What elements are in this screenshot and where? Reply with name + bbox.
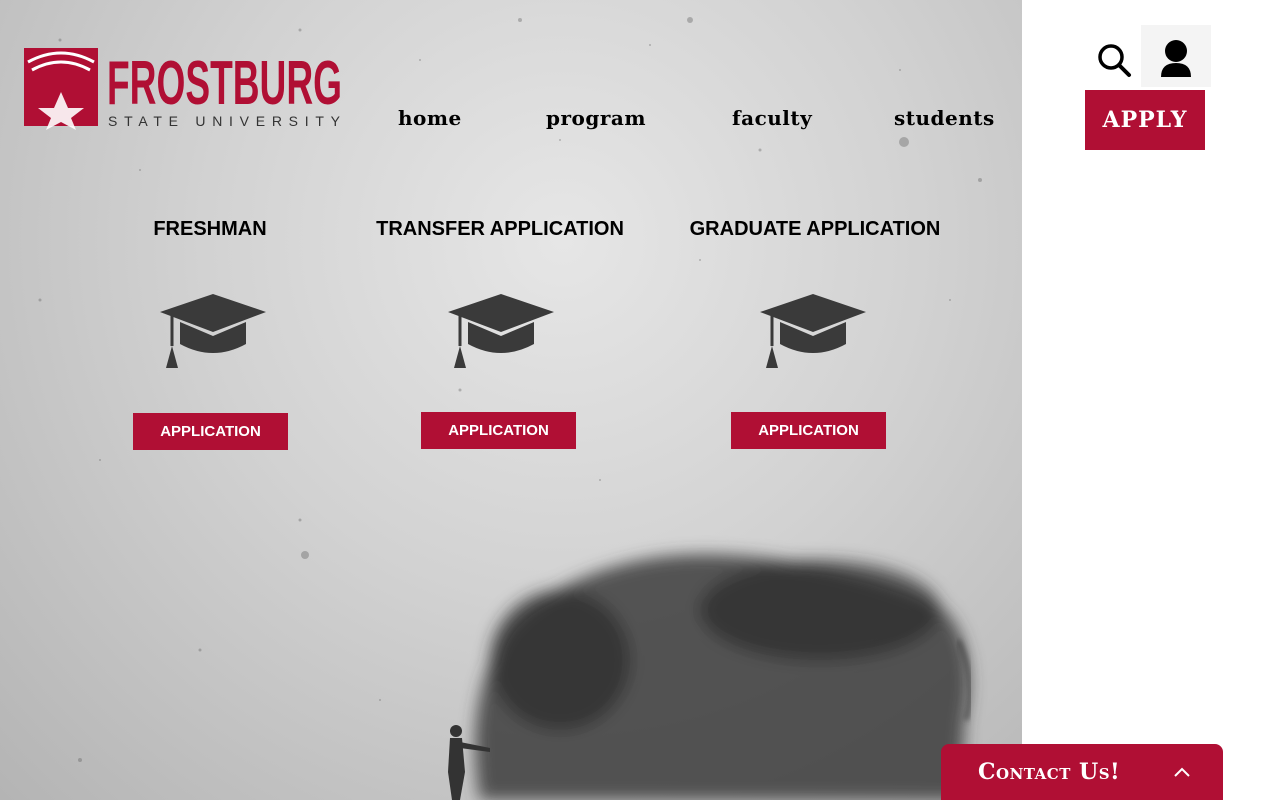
graduation-cap-icon [448, 294, 554, 368]
user-account-button[interactable] [1141, 25, 1211, 87]
nav-home[interactable]: home [398, 106, 462, 130]
brand-name: FROSTBURG [107, 49, 342, 118]
transfer-application-button[interactable]: APPLICATION [421, 412, 576, 449]
freshman-title: FRESHMAN [153, 218, 267, 240]
user-icon [1161, 40, 1191, 77]
nav-students[interactable]: students [894, 106, 995, 130]
transfer-title: TRANSFER APPLICATION [376, 218, 624, 240]
contact-us-label: Contact Us! [978, 759, 1121, 785]
chevron-up-icon [1174, 767, 1190, 777]
graduate-application-button[interactable]: APPLICATION [731, 412, 886, 449]
freshman-application-button[interactable]: APPLICATION [133, 413, 288, 450]
nav-program[interactable]: program [546, 106, 646, 130]
graduate-title: GRADUATE APPLICATION [689, 218, 941, 240]
graduation-cap-icon [760, 294, 866, 368]
contact-us-tab[interactable]: Contact Us! [941, 744, 1223, 800]
graduation-cap-icon [160, 294, 266, 368]
apply-button[interactable]: APPLY [1085, 90, 1205, 150]
search-icon[interactable] [1096, 42, 1132, 78]
nav-faculty[interactable]: faculty [732, 106, 812, 130]
hero-background: FROSTBURG STATE UNIVERSITY home program … [0, 0, 1022, 800]
frostburg-logo[interactable]: FROSTBURG STATE UNIVERSITY [24, 46, 344, 135]
